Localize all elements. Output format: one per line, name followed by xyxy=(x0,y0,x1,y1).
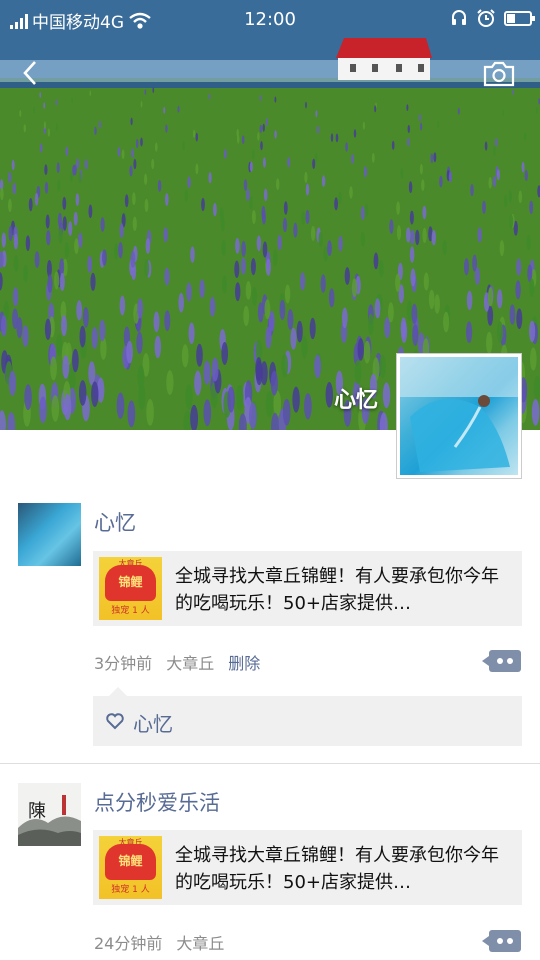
post-username[interactable]: 心忆 xyxy=(94,507,136,537)
shared-link-card[interactable]: 大章丘 锦鲤 独宠 1 人 全城寻找大章丘锦鲤！有人要承包你今年的吃喝玩乐！50… xyxy=(93,830,522,905)
share-title: 全城寻找大章丘锦鲤！有人要承包你今年的吃喝玩乐！50+店家提供… xyxy=(175,845,499,893)
post-location[interactable]: 大章丘 xyxy=(166,650,214,674)
post-avatar[interactable]: 陳 xyxy=(18,783,81,846)
camera-icon xyxy=(483,61,515,87)
profile-name[interactable]: 心忆 xyxy=(334,382,378,414)
shared-link-card[interactable]: 大章丘 锦鲤 独宠 1 人 全城寻找大章丘锦鲤！有人要承包你今年的吃喝玩乐！50… xyxy=(93,551,522,626)
share-title: 全城寻找大章丘锦鲤！有人要承包你今年的吃喝玩乐！50+店家提供… xyxy=(175,566,499,614)
delete-link[interactable]: 删除 xyxy=(228,650,260,674)
share-thumbnail: 大章丘 锦鲤 独宠 1 人 xyxy=(99,557,162,620)
battery-icon xyxy=(504,10,535,26)
chevron-left-icon xyxy=(23,61,36,85)
post-avatar[interactable] xyxy=(18,503,81,566)
alarm-icon xyxy=(477,9,495,27)
avatar-image xyxy=(400,357,518,475)
camera-button[interactable] xyxy=(482,60,516,88)
likes-panel: 心忆 xyxy=(93,687,522,746)
headset-icon xyxy=(452,10,466,25)
comment-like-button[interactable] xyxy=(482,930,521,952)
svg-text:陳: 陳 xyxy=(28,801,46,822)
post-time: 24分钟前 xyxy=(94,934,163,953)
koi-badge: 锦鲤 xyxy=(105,844,156,880)
post-location[interactable]: 大章丘 xyxy=(176,930,224,954)
back-button[interactable] xyxy=(16,58,46,88)
profile-avatar[interactable] xyxy=(396,353,522,479)
share-thumbnail: 大章丘 锦鲤 独宠 1 人 xyxy=(99,836,162,899)
status-bar: 中国移动4G 12:00 xyxy=(0,0,540,40)
post-divider xyxy=(0,763,540,764)
post-username[interactable]: 点分秒爱乐活 xyxy=(94,787,220,817)
post-time: 3分钟前 xyxy=(94,654,153,673)
heart-icon xyxy=(106,713,124,730)
koi-badge: 锦鲤 xyxy=(105,565,156,601)
post-meta: 24分钟前 大章丘 xyxy=(94,930,224,954)
post-meta: 3分钟前 大章丘 删除 xyxy=(94,650,260,674)
comment-like-button[interactable] xyxy=(482,650,521,672)
liker-name[interactable]: 心忆 xyxy=(133,708,173,737)
house-graphic xyxy=(336,38,432,80)
